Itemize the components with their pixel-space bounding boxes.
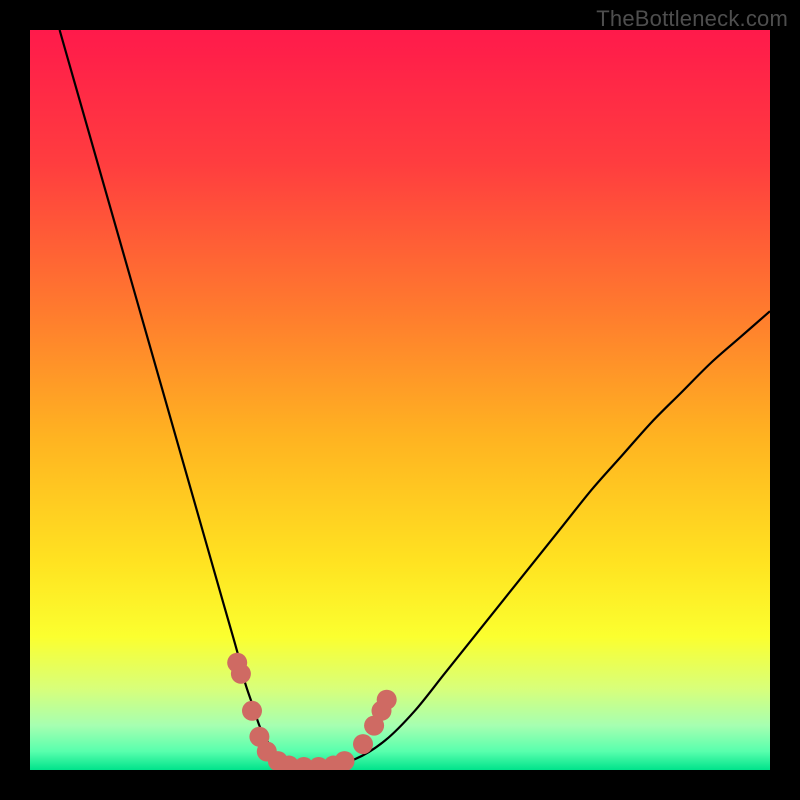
gradient-background — [30, 30, 770, 770]
bottleneck-chart — [30, 30, 770, 770]
marker-dot — [242, 701, 262, 721]
chart-frame: TheBottleneck.com — [0, 0, 800, 800]
marker-dot — [377, 690, 397, 710]
marker-dot — [231, 664, 251, 684]
marker-dot — [353, 734, 373, 754]
watermark-label: TheBottleneck.com — [596, 6, 788, 32]
